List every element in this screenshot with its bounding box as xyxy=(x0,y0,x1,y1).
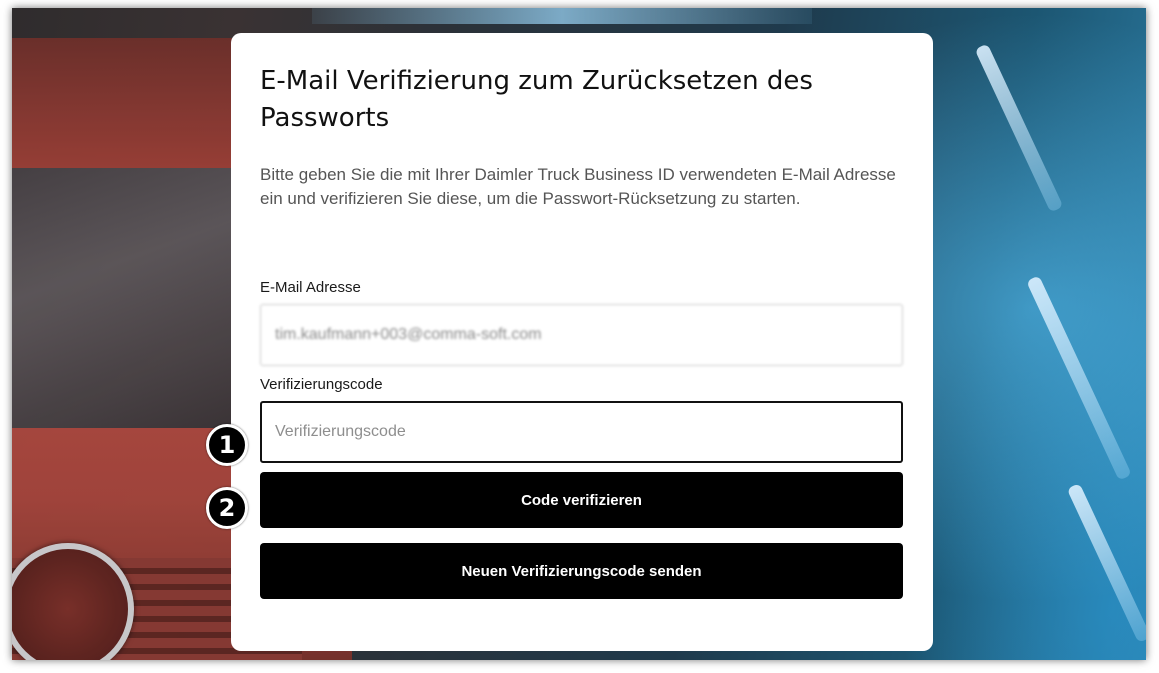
screenshot-frame: E-Mail Verifizierung zum Zurücksetzen de… xyxy=(12,8,1146,660)
background-light-bar xyxy=(1066,483,1146,643)
page-title: E-Mail Verifizierung zum Zurücksetzen de… xyxy=(260,66,813,133)
background-light-bar xyxy=(974,43,1064,213)
background-light-bar xyxy=(1026,275,1132,481)
email-field[interactable] xyxy=(260,304,903,366)
verification-code-label: Verifizierungscode xyxy=(260,376,383,393)
email-label: E-Mail Adresse xyxy=(260,279,361,296)
resend-code-button[interactable]: Neuen Verifizierungscode senden xyxy=(260,543,903,599)
verification-code-input[interactable] xyxy=(260,401,903,463)
password-reset-card: E-Mail Verifizierung zum Zurücksetzen de… xyxy=(231,33,933,651)
verify-code-button[interactable]: Code verifizieren xyxy=(260,472,903,528)
step-1-badge: 1 xyxy=(206,424,248,466)
background-light-strip xyxy=(312,8,812,24)
step-2-badge: 2 xyxy=(206,487,248,529)
page-description: Bitte geben Sie die mit Ihrer Daimler Tr… xyxy=(260,165,896,208)
